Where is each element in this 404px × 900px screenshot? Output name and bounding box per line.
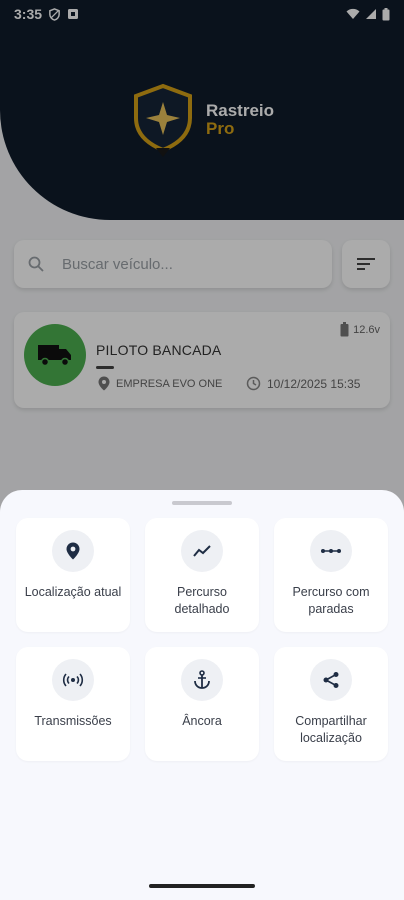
share-icon: [310, 659, 352, 701]
action-route-with-stops[interactable]: Percurso com paradas: [274, 518, 388, 632]
action-label: Compartilhar localização: [295, 714, 367, 745]
action-label: Âncora: [182, 714, 222, 728]
anchor-icon: [181, 659, 223, 701]
action-detailed-route[interactable]: Percurso detalhado: [145, 518, 259, 632]
action-current-location[interactable]: Localização atual: [16, 518, 130, 632]
route-stops-icon: [310, 530, 352, 572]
location-pin-icon: [52, 530, 94, 572]
action-label: Transmissões: [34, 714, 112, 728]
action-label: Percurso com paradas: [292, 585, 370, 616]
trending-line-icon: [181, 530, 223, 572]
actions-grid: Localização atual Percurso detalhado Per…: [16, 518, 388, 761]
action-label: Percurso detalhado: [174, 585, 230, 616]
action-anchor[interactable]: Âncora: [145, 647, 259, 761]
action-transmissions[interactable]: Transmissões: [16, 647, 130, 761]
broadcast-icon: [52, 659, 94, 701]
sheet-drag-handle[interactable]: [172, 501, 232, 505]
actions-bottom-sheet: Localização atual Percurso detalhado Per…: [0, 490, 404, 900]
action-label: Localização atual: [24, 585, 122, 599]
gesture-nav-bar[interactable]: [149, 884, 255, 888]
action-share-location[interactable]: Compartilhar localização: [274, 647, 388, 761]
